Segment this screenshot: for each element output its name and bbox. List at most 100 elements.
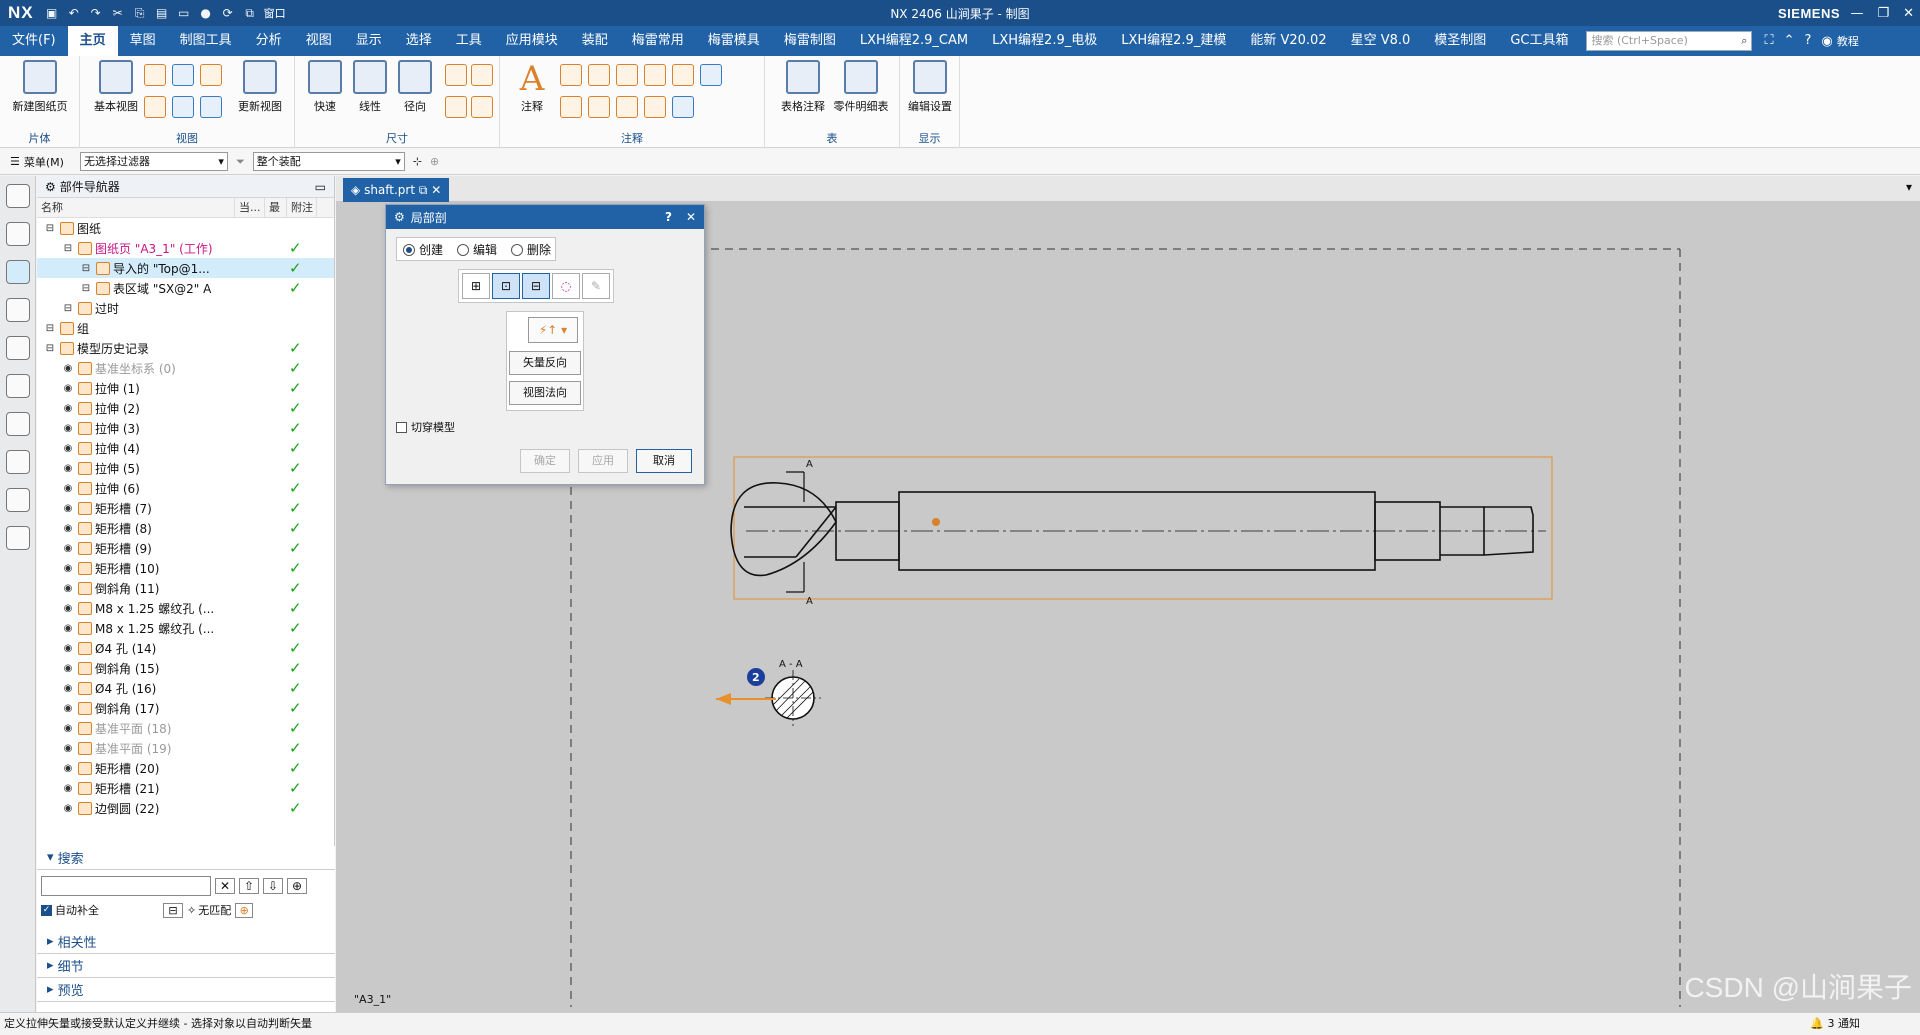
modify-boundary-step-icon[interactable]: ✎ [582,273,610,299]
notifications[interactable]: 🔔 3 通知 [1810,1013,1860,1035]
vector-type-select[interactable]: ⚡↑ ▾ [528,317,578,343]
tree-row[interactable]: ◉ Ø4 孔 (14) ✓ [37,638,334,658]
tree-row[interactable]: ◉ 矩形槽 (20) ✓ [37,758,334,778]
image-icon[interactable] [672,96,694,118]
weld-symbol-icon[interactable] [616,64,638,86]
dependency-section[interactable]: ▸ 相关性 [37,930,335,954]
tree-row[interactable]: ◉ 拉伸 (2) ✓ [37,398,334,418]
visibility-icon[interactable]: ◉ [61,763,75,774]
drafting-navigator-icon[interactable] [5,260,30,284]
view-icon[interactable]: ▭ [174,4,194,22]
menu-item[interactable]: 装配 [570,26,620,56]
tree-row[interactable]: ◉ 矩形槽 (8) ✓ [37,518,334,538]
base-view-button[interactable]: 基本视图 [86,60,146,114]
vector-arrow-icon[interactable] [716,693,731,705]
window-menu[interactable]: 窗口 [264,5,286,21]
menu-item[interactable]: 视图 [294,26,344,56]
expand-icon[interactable]: ⊟ [43,323,57,334]
arc-length-icon[interactable] [471,96,493,118]
autocomplete-checkbox[interactable]: ✓ [41,904,52,916]
menu-item[interactable]: 梅雷模具 [696,26,772,56]
tree-row[interactable]: ◉ 矩形槽 (21) ✓ [37,778,334,798]
undo-icon[interactable]: ↶ [64,4,84,22]
history-icon[interactable] [5,374,30,398]
select-view-step-icon[interactable]: ⊞ [462,273,490,299]
feature-control-icon[interactable] [560,64,582,86]
tree-row[interactable]: ◉ 矩形槽 (10) ✓ [37,558,334,578]
part-navigator-icon[interactable] [5,222,30,246]
fullscreen-icon[interactable]: ⛶ [1764,33,1773,49]
visibility-icon[interactable]: ◉ [61,683,75,694]
tutorial-link[interactable]: ◉ 教程 [1821,33,1858,49]
edit-settings-button[interactable]: 编辑设置 [900,60,960,114]
find-prev-icon[interactable]: ⇧ [239,878,259,894]
tree-row[interactable]: ◉ 拉伸 (5) ✓ [37,458,334,478]
match-icon[interactable]: ✧ [187,904,196,917]
menu-item[interactable]: LXH编程2.9_电极 [980,26,1109,56]
apply-button[interactable]: 应用 [578,449,628,473]
menu-button[interactable]: 菜单(M) [24,154,64,170]
expand-icon[interactable]: ⊟ [61,303,75,314]
menu-item[interactable]: 工具 [444,26,494,56]
shaft-view[interactable] [730,471,1546,593]
visibility-icon[interactable]: ◉ [61,583,75,594]
visibility-icon[interactable]: ◉ [61,743,75,754]
datum-target-icon[interactable] [560,96,582,118]
menu-item[interactable]: LXH编程2.9_CAM [848,26,980,56]
expand-icon[interactable]: ⊟ [43,343,57,354]
option-delete[interactable]: 删除 [511,241,551,258]
roles-icon[interactable] [5,526,30,550]
visibility-icon[interactable]: ◉ [61,483,75,494]
break-view-icon[interactable] [144,96,166,118]
paste-icon[interactable]: ▤ [152,4,172,22]
hatch-icon[interactable] [644,96,666,118]
tree-row[interactable]: ◉ 倒斜角 (17) ✓ [37,698,334,718]
menu-item[interactable]: 应用模块 [494,26,570,56]
snap-icon[interactable]: ⊹ [413,155,422,168]
ordinate-dim-icon[interactable] [445,96,467,118]
search-icon[interactable]: ⌕ [1741,32,1747,50]
tree-row[interactable]: ◉ 矩形槽 (7) ✓ [37,498,334,518]
expand-icon[interactable]: ⊟ [43,223,57,234]
tree-row[interactable]: ◉ 基准坐标系 (0) ✓ [37,358,334,378]
column-name[interactable]: 名称 [37,198,235,217]
menu-item[interactable]: 梅雷常用 [620,26,696,56]
visibility-icon[interactable]: ◉ [61,423,75,434]
visibility-icon[interactable]: ◉ [61,563,75,574]
tree-row[interactable]: ◉ 基准平面 (18) ✓ [37,718,334,738]
fill-icon[interactable] [672,64,694,86]
expand-icon[interactable]: ⊟ [61,243,75,254]
maximize-icon[interactable]: ▭ [315,180,326,194]
find-next-icon[interactable]: ⇩ [263,878,283,894]
command-search-input[interactable]: 搜索 (Ctrl+Space) ⌕ [1586,31,1753,51]
find-all-icon[interactable]: ⊕ [287,878,307,894]
mic-icon[interactable]: ● [196,4,216,22]
locate-icon[interactable]: ⊕ [235,902,254,918]
base-point-step-icon[interactable]: ⊡ [492,273,520,299]
menu-item[interactable]: 模圣制图 [1422,26,1498,56]
tree-row[interactable]: ◉ Ø4 孔 (16) ✓ [37,678,334,698]
column-latest[interactable]: 最 [265,198,287,217]
repeat-icon[interactable]: ⟳ [218,4,238,22]
surface-finish-icon[interactable] [588,64,610,86]
tree-row[interactable]: ◉ 拉伸 (3) ✓ [37,418,334,438]
restore-icon[interactable]: ❐ [1877,6,1889,21]
save-icon[interactable]: ▣ [42,4,62,22]
angular-dim-icon[interactable] [445,64,467,86]
expand-icon[interactable]: ⊟ [79,283,93,294]
redo-icon[interactable]: ↷ [86,4,106,22]
chamfer-dim-icon[interactable] [471,64,493,86]
update-view-button[interactable]: 更新视图 [230,60,290,114]
preview-section[interactable]: ▸ 预览 [37,978,335,1002]
menu-item[interactable]: 选择 [394,26,444,56]
details-section[interactable]: ▸ 细节 [37,954,335,978]
view-boundary-icon[interactable] [200,96,222,118]
visibility-icon[interactable]: ◉ [61,603,75,614]
reverse-vector-button[interactable]: 矢量反向 [509,351,581,375]
section-view-icon[interactable] [172,64,194,86]
visibility-icon[interactable]: ◉ [61,523,75,534]
tab-shaft[interactable]: ◈ shaft.prt ⧉ ✕ [343,178,450,202]
visibility-icon[interactable]: ◉ [61,783,75,794]
window-icon[interactable]: ⧉ [240,4,260,22]
menu-item[interactable]: 分析 [244,26,294,56]
